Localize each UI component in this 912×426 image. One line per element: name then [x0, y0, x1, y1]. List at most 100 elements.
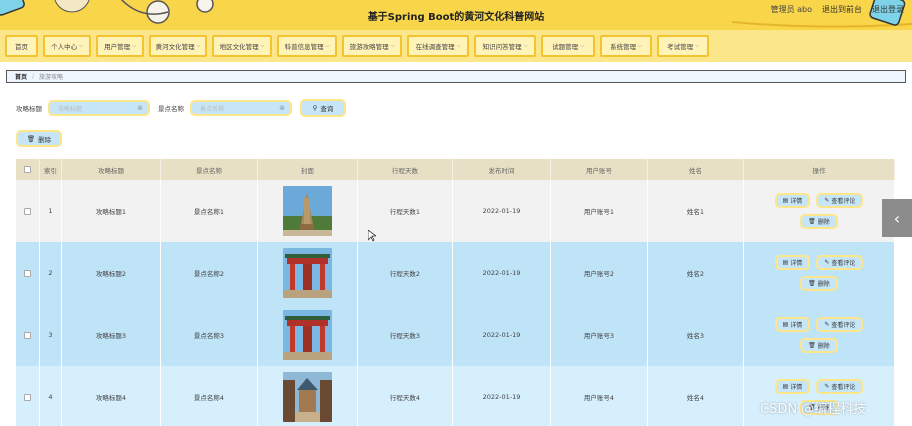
row-title: 攻略标题1 [62, 180, 161, 242]
nav-item-system-management[interactable]: 系统管理 ⌵ [600, 35, 652, 57]
title-search-input[interactable]: 攻略标题 ⊗ [48, 100, 150, 116]
chevron-down-icon: ⌵ [79, 43, 83, 49]
chevron-down-icon: ⌵ [523, 43, 528, 49]
cover-image-street[interactable] [283, 372, 332, 422]
comments-label: 查看评论 [831, 198, 856, 205]
edit-icon: ✎ [824, 383, 830, 390]
view-comments-button[interactable]: ✎ 查看评论 [816, 255, 864, 270]
delete-button[interactable]: 🗑 删除 [800, 276, 838, 291]
nav-item-label: 用户管理 [104, 43, 131, 51]
row-checkbox[interactable] [24, 393, 31, 401]
nav-item-home[interactable]: 首页 [5, 35, 38, 57]
breadcrumb-home[interactable]: 首页 [15, 72, 27, 81]
nav-item-label: 试题管理 [552, 43, 579, 51]
nav-item-label: 个人中心 [51, 43, 78, 51]
header-date: 发布时间 [453, 159, 551, 180]
title-search-placeholder: 攻略标题 [58, 105, 83, 113]
nav-item-science-info-management[interactable]: 科普信息管理 ⌵ [277, 35, 337, 57]
nav-item-label: 旅游攻略管理 [349, 43, 389, 51]
clear-icon[interactable]: ⊗ [137, 104, 143, 112]
trash-icon: 🗑 [808, 280, 816, 287]
detail-button[interactable]: ▤ 详情 [774, 317, 811, 332]
nav-item-user-management[interactable]: 用户管理 ⌵ [96, 35, 144, 57]
nav-item-label: 考试管理 [667, 43, 694, 51]
cover-image-gate[interactable] [283, 310, 332, 360]
detail-button[interactable]: ▤ 详情 [774, 193, 811, 208]
clear-icon[interactable]: ⊗ [279, 104, 285, 112]
logout-link[interactable]: 退出登录 [872, 4, 904, 15]
breadcrumb: 首页 / 旅游攻略 [6, 70, 906, 83]
row-select-cell [16, 180, 40, 242]
edit-icon: ✎ [824, 321, 830, 328]
header-account: 用户账号 [551, 159, 648, 180]
row-name: 姓名4 [648, 366, 744, 426]
cover-image-tower[interactable] [283, 186, 332, 236]
nav-item-exam-management[interactable]: 考试管理 ⌵ [657, 35, 709, 57]
nav-item-personal-center[interactable]: 个人中心 ⌵ [43, 35, 91, 57]
chevron-down-icon: ⌵ [390, 43, 395, 49]
row-checkbox[interactable] [24, 331, 31, 339]
row-cover-cell [258, 242, 358, 304]
select-all-checkbox[interactable] [24, 166, 31, 173]
search-icon: ⚲ [312, 104, 318, 112]
row-name: 姓名2 [648, 242, 744, 304]
detail-label: 详情 [790, 260, 803, 267]
detail-button[interactable]: ▤ 详情 [774, 379, 811, 394]
nav-item-question-management[interactable]: 试题管理 ⌵ [541, 35, 595, 57]
row-checkbox[interactable] [24, 207, 31, 215]
document-icon: ▤ [782, 197, 789, 204]
view-comments-button[interactable]: ✎ 查看评论 [816, 317, 864, 332]
chevron-down-icon: ⌵ [196, 43, 201, 49]
view-comments-button[interactable]: ✎ 查看评论 [816, 193, 864, 208]
header-index: 索引 [40, 159, 62, 180]
row-account: 用户账号1 [551, 180, 648, 242]
nav-item-label: 知识问答管理 [482, 43, 522, 51]
watermark: CSDN @编程科技 [760, 402, 867, 417]
nav-item-yellow-river-culture-management[interactable]: 黄河文化管理 ⌵ [149, 35, 207, 57]
table-row: 4 攻略标题4 景点名称4 行程天数4 2022-01-19 用户账号4 姓名4… [16, 366, 895, 426]
travel-guide-table: 索引 攻略标题 景点名称 封面 行程天数 发布时间 用户账号 姓名 操作 1 攻… [16, 159, 895, 426]
nav-item-label: 在线调查管理 [415, 43, 455, 51]
nav-item-label: 系统管理 [610, 43, 637, 51]
row-checkbox[interactable] [24, 269, 31, 277]
document-icon: ▤ [782, 383, 789, 390]
row-days: 行程天数3 [358, 304, 453, 366]
header-title: 攻略标题 [62, 159, 161, 180]
row-ops: ▤ 详情 ✎ 查看评论 🗑 删除 [744, 304, 895, 366]
batch-delete-label: 删除 [38, 135, 52, 144]
trash-icon: 🗑 [26, 134, 36, 143]
back-to-front-link[interactable]: 退出到前台 [822, 4, 862, 15]
detail-label: 详情 [790, 322, 803, 329]
detail-button[interactable]: ▤ 详情 [774, 255, 811, 270]
detail-label: 详情 [790, 384, 803, 391]
row-spot: 景点名称2 [161, 242, 258, 304]
chevron-down-icon: ⌵ [456, 43, 461, 49]
breadcrumb-current: 旅游攻略 [39, 74, 64, 81]
row-index: 2 [40, 242, 62, 304]
nav-item-online-survey-management[interactable]: 在线调查管理 ⌵ [407, 35, 469, 57]
chevron-down-icon: ⌵ [325, 43, 330, 49]
row-cover-cell [258, 366, 358, 426]
nav-item-label: 首页 [15, 43, 28, 51]
nav-item-regional-culture-management[interactable]: 地区文化管理 ⌵ [212, 35, 272, 57]
chevron-down-icon: ⌵ [695, 43, 699, 49]
row-name: 姓名1 [648, 180, 744, 242]
chevron-left-icon[interactable]: ‹ [882, 199, 912, 237]
cover-image-gate[interactable] [283, 248, 332, 298]
search-bar: 攻略标题 攻略标题 ⊗ 景点名称 景点名称 ⊗ ⚲ 查询 [16, 99, 346, 117]
delete-button[interactable]: 🗑 删除 [800, 214, 838, 229]
nav-item-knowledge-qa-management[interactable]: 知识问答管理 ⌵ [474, 35, 536, 57]
header-ops: 操作 [744, 159, 895, 180]
row-account: 用户账号3 [551, 304, 648, 366]
edit-icon: ✎ [824, 197, 830, 204]
nav-item-travel-guide-management[interactable]: 旅游攻略管理 ⌵ [342, 35, 402, 57]
view-comments-button[interactable]: ✎ 查看评论 [816, 379, 864, 394]
nav-item-label: 黄河文化管理 [155, 43, 195, 51]
query-button[interactable]: ⚲ 查询 [300, 99, 346, 117]
trash-icon: 🗑 [808, 218, 816, 225]
row-date: 2022-01-19 [453, 304, 551, 366]
row-select-cell [16, 304, 40, 366]
batch-delete-button[interactable]: 🗑 删除 [16, 130, 62, 147]
spot-search-input[interactable]: 景点名称 ⊗ [190, 100, 292, 116]
delete-button[interactable]: 🗑 删除 [800, 338, 838, 353]
